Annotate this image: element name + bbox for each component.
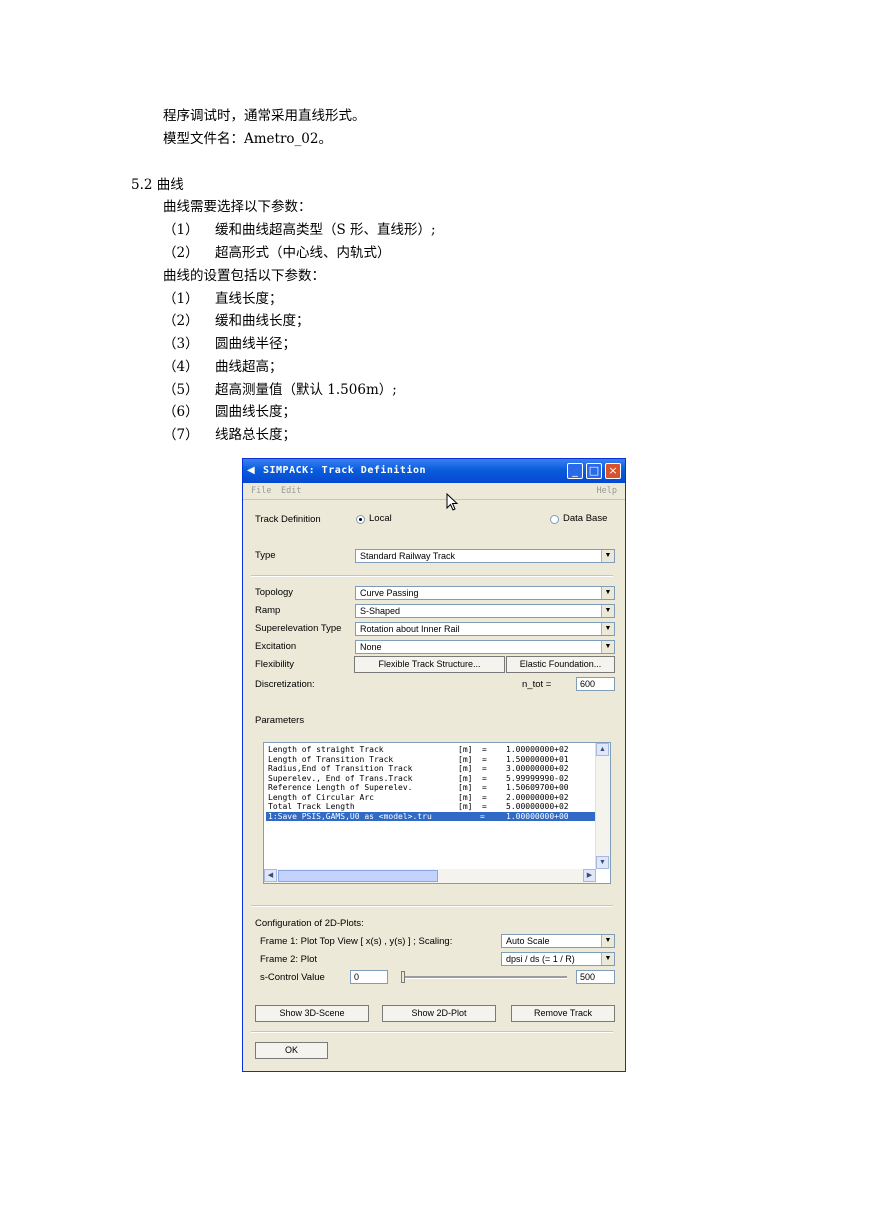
radio-database-label: Data Base [563, 513, 608, 524]
menu-help[interactable]: Help [597, 486, 617, 496]
ntot-label: n_tot = [522, 679, 552, 690]
ok-button[interactable]: OK [255, 1042, 328, 1059]
list-item: （6） 圆曲线长度； [163, 404, 296, 420]
scaling-select[interactable]: Auto Scale ▼ [501, 934, 615, 948]
flexible-track-button[interactable]: Flexible Track Structure... [354, 656, 505, 673]
vertical-scrollbar[interactable]: ▲ ▼ [595, 743, 610, 869]
list-item: （1） 直线长度； [163, 291, 283, 307]
table-row-selected[interactable]: 1:Save PSIS,GAMS,U0 as <model>.tru = 1.000… [266, 811, 596, 821]
ramp-label: Ramp [255, 605, 281, 616]
show-3d-scene-button[interactable]: Show 3D-Scene [255, 1005, 369, 1022]
mouse-cursor-icon [446, 493, 458, 511]
maximize-icon[interactable]: □ [586, 463, 602, 479]
list-item: （4） 曲线超高； [163, 359, 283, 375]
table-row[interactable]: Length of Circular Arc [m] = 2.00000000+02 [268, 793, 594, 803]
radio-local[interactable] [356, 515, 365, 524]
ramp-select[interactable]: S-Shaped ▼ [355, 604, 615, 618]
doc-line-debug: 程序调试时，通常采用直线形式。 [163, 108, 366, 124]
ntot-input[interactable]: 600 [576, 677, 615, 691]
chevron-down-icon: ▼ [601, 623, 614, 635]
list-item: （1） 缓和曲线超高类型（S 形、直线形）; [163, 222, 436, 238]
frame2-label: Frame 2: Plot [260, 954, 318, 965]
list-item: （5） 超高测量值（默认 1.506m）; [163, 382, 397, 398]
topology-label: Topology [255, 587, 294, 598]
table-row[interactable]: Length of Transition Track [m] = 1.50000000… [268, 755, 594, 765]
scroll-down-icon[interactable]: ▼ [596, 856, 609, 869]
intro-curve-params: 曲线需要选择以下参数： [163, 199, 312, 215]
elastic-foundation-button[interactable]: Elastic Foundation... [506, 656, 615, 673]
type-label: Type [255, 550, 276, 561]
flexibility-label: Flexibility [255, 659, 295, 670]
show-2d-plot-button[interactable]: Show 2D-Plot [382, 1005, 496, 1022]
scroll-thumb[interactable] [278, 870, 438, 882]
doc-line-model-file: 模型文件名：Ametro_02。 [163, 131, 332, 147]
minimize-icon[interactable]: _ [567, 463, 583, 479]
table-row[interactable]: Radius,End of Transition Track [m] = 3.0000… [268, 764, 594, 774]
divider [251, 905, 613, 907]
divider [251, 1031, 613, 1033]
scroll-right-icon[interactable]: ▶ [583, 869, 596, 882]
parameters-label: Parameters [255, 715, 305, 726]
remove-track-button[interactable]: Remove Track [511, 1005, 615, 1022]
chevron-down-icon: ▼ [601, 641, 614, 653]
list-item: （3） 圆曲线半径； [163, 336, 296, 352]
list-item: （7） 线路总长度； [163, 427, 296, 443]
excitation-label: Excitation [255, 641, 297, 652]
list-item: （2） 缓和曲线长度； [163, 313, 310, 329]
table-row[interactable]: Length of straight Track [m] = 1.00000000+0… [268, 745, 594, 755]
config-2d-label: Configuration of 2D-Plots: [255, 918, 364, 929]
chevron-down-icon: ▼ [601, 953, 614, 965]
table-row[interactable]: Reference Length of Superelev. [m] = 1.5060… [268, 783, 594, 793]
scroll-left-icon[interactable]: ◀ [264, 869, 277, 882]
chevron-down-icon: ▼ [601, 605, 614, 617]
intro-curve-settings: 曲线的设置包括以下参数： [163, 268, 325, 284]
frame1-label: Frame 1: Plot Top View [ x(s) , y(s) ] ;… [260, 936, 453, 947]
excitation-select[interactable]: None ▼ [355, 640, 615, 654]
menu-edit[interactable]: Edit [281, 486, 301, 496]
simpack-app-icon: ◀ [247, 465, 255, 476]
scontrol-label: s-Control Value [260, 972, 325, 983]
chevron-down-icon: ▼ [601, 550, 614, 562]
slider-handle[interactable] [401, 971, 405, 983]
divider [251, 575, 613, 577]
track-definition-window: ◀ SIMPACK: Track Definition _ □ × File E… [242, 458, 626, 1072]
superelevation-label: Superelevation Type [255, 623, 342, 634]
scroll-up-icon[interactable]: ▲ [596, 743, 609, 756]
section-heading: 5.2 曲线 [131, 177, 184, 193]
frame2-select[interactable]: dpsi / ds (= 1 / R) ▼ [501, 952, 615, 966]
window-title: SIMPACK: Track Definition [263, 465, 427, 476]
scontrol-slider[interactable] [401, 976, 567, 979]
horizontal-scrollbar[interactable]: ◀ ▶ [264, 869, 596, 883]
menu-file[interactable]: File [251, 486, 271, 496]
topology-select[interactable]: Curve Passing ▼ [355, 586, 615, 600]
chevron-down-icon: ▼ [601, 587, 614, 599]
table-row[interactable]: Total Track Length [m] = 5.00000000+02 [268, 802, 594, 812]
list-item: （2） 超高形式（中心线、内轨式） [163, 245, 391, 261]
chevron-down-icon: ▼ [601, 935, 614, 947]
table-row[interactable]: Superelev., End of Trans.Track [m] = 5.9999… [268, 774, 594, 784]
radio-database[interactable] [550, 515, 559, 524]
superelevation-select[interactable]: Rotation about Inner Rail ▼ [355, 622, 615, 636]
discretization-label: Discretization: [255, 679, 315, 690]
parameters-list[interactable]: Length of straight Track [m] = 1.00000000+0… [263, 742, 611, 884]
radio-local-label: Local [369, 513, 392, 524]
title-bar[interactable]: ◀ SIMPACK: Track Definition _ □ × [243, 459, 625, 483]
close-icon[interactable]: × [605, 463, 621, 479]
track-definition-label: Track Definition [255, 514, 321, 525]
scontrol-input[interactable]: 0 [350, 970, 388, 984]
scontrol-max-input[interactable]: 500 [576, 970, 615, 984]
menu-bar: File Edit Help [243, 483, 625, 500]
type-select[interactable]: Standard Railway Track ▼ [355, 549, 615, 563]
